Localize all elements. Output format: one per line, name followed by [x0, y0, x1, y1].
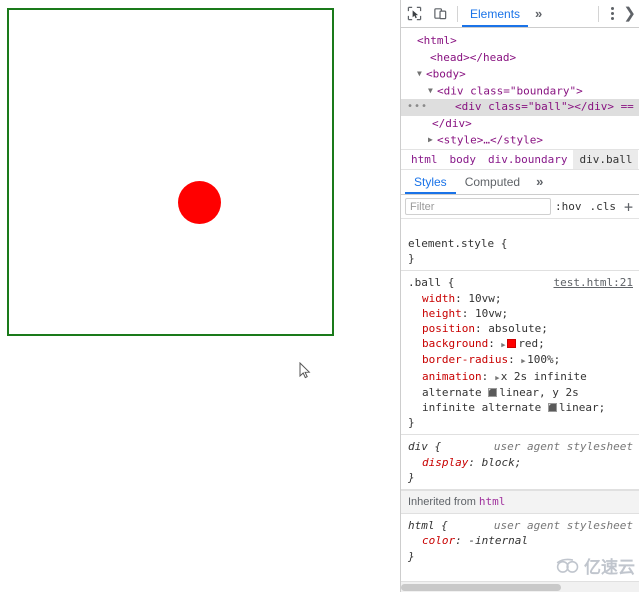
boundary-box — [7, 8, 334, 336]
declaration-position[interactable]: position: absolute; — [408, 321, 633, 336]
declaration-value: -internal — [468, 534, 528, 548]
expand-triangle-icon[interactable]: ▶ — [522, 354, 526, 368]
more-tabs-icon[interactable]: » — [528, 1, 549, 27]
declaration-display: display: block; — [422, 455, 522, 469]
breadcrumb-item-body[interactable]: body — [444, 150, 483, 169]
declaration-property[interactable]: height — [422, 307, 462, 320]
declaration-property[interactable]: width — [422, 292, 455, 305]
twisty-icon[interactable]: ▶ — [428, 132, 437, 149]
dom-row[interactable]: ▶ <style>…</style> — [401, 132, 639, 149]
tab-elements[interactable]: Elements — [462, 0, 529, 27]
toolbar-separator-2 — [598, 5, 600, 22]
horizontal-scrollbar[interactable] — [401, 581, 639, 592]
declaration-property[interactable]: background — [422, 337, 488, 350]
twisty-icon[interactable]: ▼ — [417, 66, 426, 83]
inspect-element-icon[interactable] — [401, 1, 427, 27]
arrow-cursor-icon — [299, 362, 311, 379]
breadcrumb-item-div-boundary[interactable]: div.boundary — [482, 150, 573, 169]
declaration-property[interactable]: animation — [422, 370, 482, 383]
styles-filter-input[interactable] — [405, 198, 551, 215]
inherited-target[interactable]: html — [479, 495, 506, 508]
declaration-height[interactable]: height: 10vw; — [408, 306, 633, 321]
more-styles-tabs-icon[interactable]: » — [529, 169, 550, 194]
device-toolbar-icon[interactable] — [427, 1, 453, 27]
dom-row-text: <div class="boundary"> — [437, 83, 583, 97]
dom-row-text: </body> — [420, 150, 466, 151]
dom-row-text: </div> — [432, 116, 472, 130]
new-style-rule-button[interactable]: + — [620, 199, 635, 214]
breadcrumb-item-html[interactable]: html — [405, 150, 444, 169]
declaration-value[interactable]: 10vw; — [468, 292, 501, 305]
close-devtools-icon[interactable]: ❯ — [621, 1, 639, 27]
easing-curve-swatch[interactable] — [488, 387, 498, 397]
dom-row-text: <head></head> — [430, 50, 517, 64]
tab-computed[interactable]: Computed — [456, 170, 529, 194]
breadcrumb[interactable]: html body div.boundary div.ball — [401, 150, 639, 170]
collapsed-children-badge[interactable]: ••• — [407, 102, 428, 112]
rule-html-ua[interactable]: user agent stylesheet html { color: -int… — [401, 514, 639, 568]
screenshot-root: Elements » ❯ <html> <head></head> ▼ <body… — [0, 0, 639, 592]
dom-row-text: <style>…</style> — [437, 133, 543, 147]
declaration-background[interactable]: background: ▶ red; — [408, 336, 633, 352]
inherited-prefix: Inherited from — [408, 496, 479, 509]
toolbar-separator — [457, 5, 458, 22]
declaration-property[interactable]: border-radius — [422, 353, 508, 366]
styles-tabbar: Styles Computed » — [401, 170, 639, 195]
rule-close-brace: } — [408, 470, 415, 484]
expand-triangle-icon[interactable]: ▶ — [495, 370, 499, 384]
dom-row[interactable]: <html> — [401, 33, 639, 50]
kebab-menu-icon[interactable] — [603, 1, 621, 27]
rule-origin-link[interactable]: test.html:21 — [554, 275, 633, 290]
dom-row-text: <html> — [417, 34, 457, 47]
rule-close-brace: } — [408, 252, 415, 266]
rule-origin-ua: user agent stylesheet — [493, 519, 633, 533]
declaration-value[interactable]: red; — [518, 337, 545, 350]
rule-origin-ua: user agent stylesheet — [493, 440, 633, 454]
breadcrumb-item-div-ball[interactable]: div.ball — [573, 150, 639, 169]
inherited-from-header: Inherited from html — [401, 490, 639, 515]
dom-row-text: <body> — [426, 67, 466, 81]
dom-row[interactable]: </div> — [401, 116, 639, 133]
declaration-value: block; — [481, 455, 522, 469]
tab-styles[interactable]: Styles — [405, 170, 456, 194]
ball-element[interactable] — [178, 181, 221, 224]
rule-selector[interactable]: element.style { — [408, 236, 633, 251]
declaration-property[interactable]: position — [422, 322, 475, 335]
dom-row[interactable]: </body> — [401, 149, 639, 151]
styles-filter-bar: :hov .cls + — [401, 195, 639, 219]
page-viewport — [0, 0, 400, 592]
devtools-toolbar: Elements » ❯ — [401, 0, 639, 28]
declaration-color: color: -internal — [422, 534, 528, 548]
easing-curve-swatch[interactable] — [547, 403, 557, 413]
dom-tree[interactable]: <html> <head></head> ▼ <body> ▼ <div class… — [401, 28, 639, 150]
declaration-property: display — [422, 455, 469, 469]
hov-toggle-button[interactable]: :hov — [551, 200, 586, 213]
color-swatch-red[interactable] — [507, 339, 517, 349]
scrollbar-thumb[interactable] — [401, 584, 561, 591]
dom-row[interactable]: <head></head> — [401, 50, 639, 67]
rule-ball[interactable]: test.html:21 .ball { width: 10vw; height… — [401, 271, 639, 436]
expand-triangle-icon[interactable]: ▶ — [502, 338, 506, 352]
dom-row-selected[interactable]: ••• <div class="ball"></div> == $0 — [401, 99, 639, 116]
declaration-value[interactable]: 10vw; — [475, 307, 508, 320]
rule-close-brace: } — [408, 549, 415, 563]
styles-pane[interactable]: element.style { } test.html:21 .ball { w… — [401, 232, 639, 581]
rule-close-brace: } — [408, 416, 415, 430]
devtools-panel: Elements » ❯ <html> <head></head> ▼ <body… — [401, 0, 639, 592]
twisty-icon[interactable]: ▼ — [428, 83, 437, 100]
rule-element-style[interactable]: element.style { } — [401, 232, 639, 272]
cls-toggle-button[interactable]: .cls — [585, 200, 620, 213]
declaration-width[interactable]: width: 10vw; — [408, 291, 633, 306]
dom-row[interactable]: ▼ <div class="boundary"> — [401, 83, 639, 100]
rule-div-ua[interactable]: user agent stylesheet div { display: blo… — [401, 435, 639, 491]
dom-row[interactable]: ▼ <body> — [401, 66, 639, 83]
declaration-border-radius[interactable]: border-radius: ▶100%; — [408, 352, 633, 368]
declaration-value[interactable]: 100%; — [527, 353, 560, 366]
declaration-property: color — [422, 534, 456, 548]
declaration-animation[interactable]: animation: ▶x 2s infinite alternate line… — [408, 369, 633, 416]
declaration-value[interactable]: absolute; — [488, 322, 548, 335]
dom-row-text: <div class="ball"></div> == $0 — [455, 100, 639, 113]
